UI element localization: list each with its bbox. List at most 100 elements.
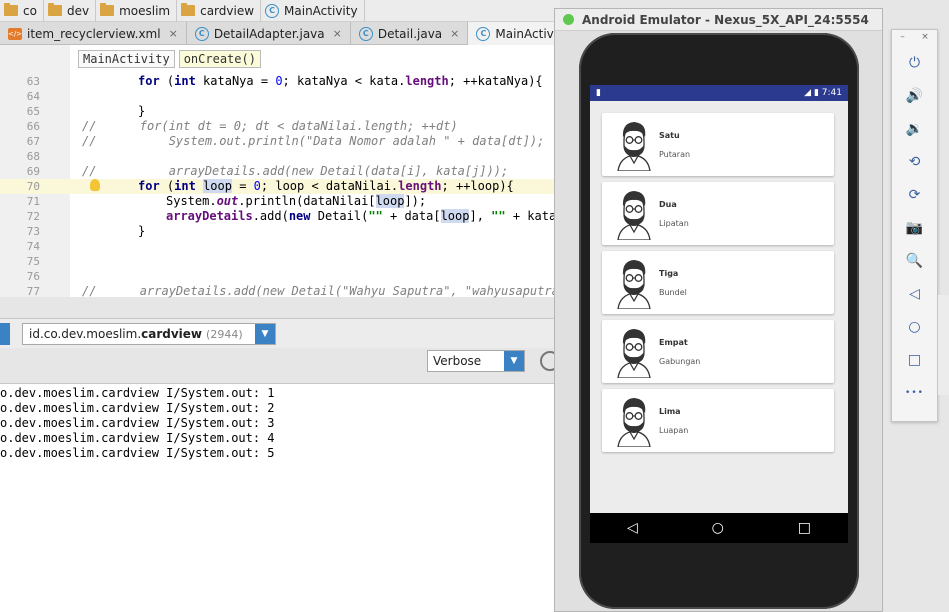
card-subtitle: Gabungan [659, 357, 701, 366]
line-number: 68 [26, 150, 40, 163]
line-number: 74 [26, 240, 40, 253]
breadcrumb-label: MainActivity [284, 3, 358, 18]
card-subtitle: Lipatan [659, 219, 689, 228]
line-number: 77 [26, 285, 40, 298]
code-line[interactable]: 68 [0, 149, 560, 164]
back-icon[interactable]: ◁ [892, 282, 937, 306]
volume-down-icon[interactable]: 🔉 [892, 117, 937, 141]
logcat-toolbar: id.co.dev.moeslim. cardview (2944) ▼ [0, 318, 560, 348]
minimize-icon[interactable]: – [900, 32, 905, 44]
code-line[interactable]: 66 // for(int dt = 0; dt < dataNilai.leng… [0, 119, 560, 134]
code-line[interactable]: 69 // arrayDetails.add(new Detail(data[i]… [0, 164, 560, 179]
log-line: o.dev.moeslim.cardview I/System.out: 3 [0, 416, 275, 430]
card-subtitle: Putaran [659, 150, 691, 159]
code-text: System.out.println(dataNilai[loop]); [166, 194, 427, 208]
code-text: // System.out.println("Data Nomor adalah… [82, 134, 545, 148]
card-title: Empat [659, 338, 688, 347]
line-number: 64 [26, 90, 40, 103]
code-line[interactable]: 75 [0, 254, 560, 269]
class-icon: C [194, 26, 209, 41]
line-number: 75 [26, 255, 40, 268]
more-icon[interactable]: ••• [892, 381, 937, 405]
nav-recents-icon[interactable]: □ [798, 520, 811, 536]
close-icon[interactable]: × [333, 27, 342, 40]
window-dot-icon[interactable] [563, 14, 574, 25]
code-line[interactable]: 72 arrayDetails.add(new Detail("" + data[… [0, 209, 571, 224]
code-line[interactable]: 71 System.out.println(dataNilai[loop]); [0, 194, 560, 209]
avatar-icon [614, 188, 654, 241]
card-subtitle: Luapan [659, 426, 689, 435]
line-number: 73 [26, 225, 40, 238]
class-crumb[interactable]: MainActivity [78, 50, 175, 68]
camera-icon[interactable]: 📷 [892, 216, 937, 240]
list-item[interactable]: Empat Gabungan [602, 320, 834, 383]
card-title: Satu [659, 131, 680, 140]
code-line[interactable]: 73} [0, 224, 560, 239]
lightbulb-icon[interactable] [90, 179, 100, 191]
list-item[interactable]: Satu Putaran [602, 113, 834, 176]
code-line[interactable]: 64 [0, 89, 560, 104]
line-number: 76 [26, 270, 40, 283]
breadcrumb-item[interactable]: C MainActivity [261, 0, 365, 22]
code-line[interactable]: 76 [0, 269, 560, 284]
line-number: 71 [26, 195, 40, 208]
class-icon: C [265, 3, 280, 18]
method-crumb[interactable]: onCreate() [178, 50, 261, 68]
code-text: // for(int dt = 0; dt < dataNilai.length… [82, 119, 458, 133]
code-line[interactable]: 67 // System.out.println("Data Nomor adal… [0, 134, 560, 149]
avatar-icon [614, 257, 654, 310]
method-breadcrumb: MainActivity onCreate() [78, 50, 261, 68]
close-icon[interactable]: × [450, 27, 459, 40]
line-number: 66 [26, 120, 40, 133]
avatar-icon [614, 326, 654, 379]
side-window-controls: – × [892, 32, 937, 44]
code-text: arrayDetails.add(new Detail("" + data[lo… [166, 209, 571, 223]
code-line[interactable]: 70 for (int loop = 0; loop < dataNilai.le… [0, 179, 560, 194]
folder-icon [47, 3, 62, 16]
home-icon[interactable]: ○ [892, 315, 937, 339]
zoom-icon[interactable]: 🔍 [892, 249, 937, 273]
breadcrumb-item[interactable]: dev [44, 0, 97, 22]
volume-up-icon[interactable]: 🔊 [892, 84, 937, 108]
editor-tab[interactable]: </> item_recyclerview.xml × [0, 22, 187, 45]
code-line[interactable]: 77 // arrayDetails.add(new Detail("Wahyu … [0, 284, 560, 299]
tab-label: item_recyclerview.xml [27, 26, 161, 41]
chevron-down-icon[interactable]: ▼ [504, 351, 524, 371]
code-line[interactable]: 63 for (int kataNya = 0; kataNya < kata.l… [0, 74, 560, 89]
code-line[interactable]: 65} [0, 104, 560, 119]
breadcrumb-item[interactable]: moeslim [96, 0, 178, 22]
nav-back-icon[interactable]: ◁ [627, 520, 638, 536]
editor-tab[interactable]: C DetailAdapter.java × [187, 22, 351, 45]
power-icon[interactable]: ⏻ [892, 51, 937, 75]
rotate-right-icon[interactable]: ⟳ [892, 183, 937, 207]
list-item[interactable]: Dua Lipatan [602, 182, 834, 245]
device-screen[interactable]: ▮ ◢ ▮ 7:41 Satu Putaran Dua Lipatan Tiga Bund… [590, 85, 848, 543]
log-level-value: Verbose [433, 354, 482, 368]
code-line[interactable]: 74 [0, 239, 560, 254]
close-icon[interactable]: × [921, 32, 929, 44]
close-icon[interactable]: × [169, 27, 178, 40]
xml-file-icon: </> [7, 27, 23, 40]
line-number: 65 [26, 105, 40, 118]
log-level-select[interactable]: Verbose ▼ [427, 350, 525, 372]
code-text: for (int kataNya = 0; kataNya < kata.len… [138, 74, 543, 88]
list-item[interactable]: Tiga Bundel [602, 251, 834, 314]
emulator-title: Android Emulator - Nexus_5X_API_24:5554 [582, 12, 869, 27]
rotate-left-icon[interactable]: ⟲ [892, 150, 937, 174]
code-editor[interactable]: MainActivity onCreate() 63 for (int kataN… [0, 45, 571, 299]
chevron-down-icon[interactable]: ▼ [255, 324, 275, 344]
log-line: o.dev.moeslim.cardview I/System.out: 5 [0, 446, 275, 460]
breadcrumb-item[interactable]: co [0, 0, 44, 22]
editor-tabs: </> item_recyclerview.xml × C DetailAdapter.… [0, 22, 623, 45]
list-item[interactable]: Lima Luapan [602, 389, 834, 452]
nav-home-icon[interactable]: ○ [712, 520, 724, 536]
card-subtitle: Bundel [659, 288, 687, 297]
device-dropdown[interactable] [0, 323, 10, 345]
status-time-text: 7:41 [821, 88, 842, 98]
overview-icon[interactable]: □ [892, 348, 937, 372]
breadcrumb-item[interactable]: cardview [177, 0, 262, 22]
emulator-title-bar[interactable]: Android Emulator - Nexus_5X_API_24:5554 [555, 9, 882, 31]
process-select[interactable]: id.co.dev.moeslim. cardview (2944) ▼ [22, 323, 276, 345]
editor-tab[interactable]: C Detail.java × [351, 22, 469, 45]
code-text: // arrayDetails.add(new Detail("Wahyu Sa… [82, 284, 559, 298]
